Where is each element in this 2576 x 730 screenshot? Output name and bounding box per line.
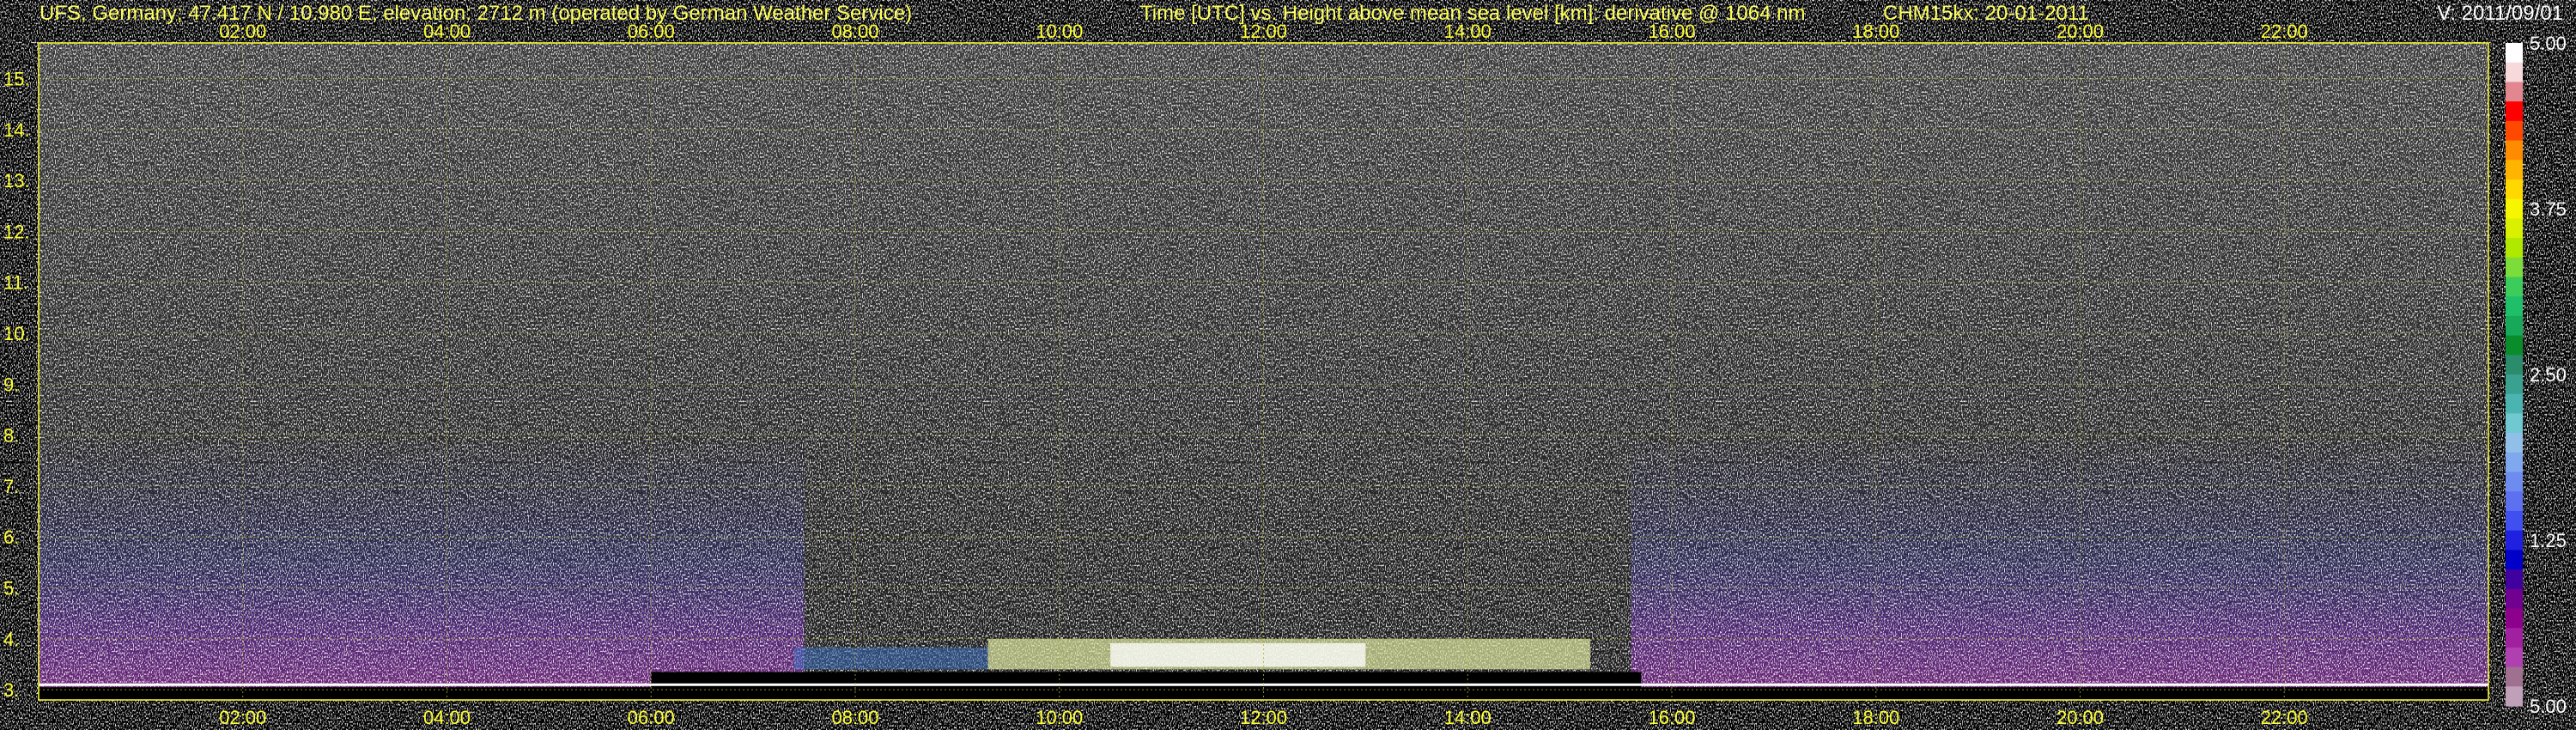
x-tick-bottom-0: 02:00: [219, 707, 266, 728]
cloud-band-fringe: [793, 647, 988, 670]
x-tick-top-0: 02:00: [219, 21, 266, 42]
colorbar-swatch-13: [2506, 296, 2523, 317]
cloud-band-core: [1110, 642, 1366, 667]
colorbar-swatch-18: [2506, 393, 2523, 415]
y-tick-10: 13.: [3, 170, 30, 192]
y-tick-8: 11.: [3, 272, 28, 294]
y-tick-3: 6.: [3, 526, 19, 548]
colorbar-swatch-15: [2506, 335, 2523, 356]
x-tick-bottom-1: 04:00: [423, 707, 471, 728]
colorbar-swatch-16: [2506, 355, 2523, 375]
colorbar-swatch-2: [2506, 82, 2523, 102]
colorbar-label-3: 1.25: [2530, 530, 2567, 551]
x-tick-top-2: 06:00: [628, 21, 675, 42]
y-tick-11: 14.: [3, 119, 30, 141]
y-tick-0: 3.: [3, 679, 19, 701]
x-tick-top-10: 22:00: [2261, 21, 2308, 42]
colorbar-swatch-23: [2506, 491, 2523, 512]
colorbar-swatch-27: [2506, 569, 2523, 590]
colorbar-label-0: 5.00: [2530, 33, 2567, 54]
x-tick-top-3: 08:00: [831, 21, 878, 42]
colorbar-swatch-26: [2506, 550, 2523, 570]
colorbar-swatch-28: [2506, 588, 2523, 610]
colorbar-swatch-3: [2506, 101, 2523, 122]
colorbar-swatch-20: [2506, 433, 2523, 453]
y-tick-1: 4.: [3, 629, 19, 650]
colorbar-swatch-11: [2506, 257, 2523, 278]
x-tick-bottom-4: 10:00: [1036, 707, 1083, 728]
colorbar-swatch-17: [2506, 374, 2523, 395]
x-tick-bottom-10: 22:00: [2261, 707, 2308, 728]
colorbar-swatch-29: [2506, 608, 2523, 629]
colorbar-swatch-5: [2506, 140, 2523, 161]
x-tick-bottom-9: 20:00: [2057, 707, 2104, 728]
colorbar-label-4: 5.00: [2530, 696, 2567, 717]
x-tick-bottom-8: 18:00: [1852, 707, 1899, 728]
colorbar-swatch-6: [2506, 160, 2523, 180]
colorbar-label-2: 2.50: [2530, 364, 2567, 386]
colorbar-swatch-12: [2506, 277, 2523, 297]
x-tick-bottom-2: 06:00: [628, 707, 675, 728]
x-tick-top-9: 20:00: [2057, 21, 2104, 42]
x-tick-top-6: 14:00: [1444, 21, 1492, 42]
colorbar-swatch-21: [2506, 452, 2523, 473]
x-tick-bottom-3: 08:00: [831, 707, 878, 728]
colorbar-swatch-7: [2506, 179, 2523, 200]
colorbar: 5.00 3.75 2.50 1.25 5.00: [2506, 33, 2567, 717]
colorbar-swatch-14: [2506, 315, 2523, 337]
colorbar-swatch-19: [2506, 413, 2523, 434]
colorbar-swatch-32: [2506, 666, 2523, 687]
colorbar-swatch-0: [2506, 43, 2523, 64]
x-tick-top-7: 16:00: [1648, 21, 1695, 42]
colorbar-label-1: 3.75: [2530, 198, 2567, 220]
colorbar-swatch-4: [2506, 120, 2523, 142]
x-tick-top-8: 18:00: [1852, 21, 1899, 42]
y-tick-9: 12.: [3, 221, 30, 242]
y-tick-7: 10.: [3, 323, 30, 344]
lidar-chart: 02:00 02:00 04:00 04:00 06:00 06:00 08:00 08:00…: [3, 21, 2567, 728]
x-tick-bottom-5: 12:00: [1240, 707, 1287, 728]
y-tick-6: 9.: [3, 374, 19, 395]
colorbar-swatch-25: [2506, 530, 2523, 551]
colorbar-swatch-8: [2506, 198, 2523, 219]
y-tick-4: 7.: [3, 476, 19, 497]
colorbar-swatch-30: [2506, 628, 2523, 648]
y-tick-2: 5.: [3, 578, 19, 599]
colorbar-swatch-31: [2506, 647, 2523, 668]
y-tick-5: 8.: [3, 425, 19, 447]
x-tick-bottom-6: 14:00: [1444, 707, 1492, 728]
x-tick-top-1: 04:00: [423, 21, 471, 42]
y-tick-12: 15.: [3, 69, 30, 90]
x-tick-top-5: 12:00: [1240, 21, 1287, 42]
colorbar-swatch-22: [2506, 471, 2523, 492]
x-tick-bottom-7: 16:00: [1648, 707, 1695, 728]
colorbar-swatch-9: [2506, 218, 2523, 239]
colorbar-swatch-33: [2506, 686, 2523, 707]
colorbar-swatch-24: [2506, 510, 2523, 532]
x-tick-top-4: 10:00: [1036, 21, 1083, 42]
colorbar-swatch-10: [2506, 238, 2523, 259]
colorbar-swatch-1: [2506, 62, 2523, 83]
